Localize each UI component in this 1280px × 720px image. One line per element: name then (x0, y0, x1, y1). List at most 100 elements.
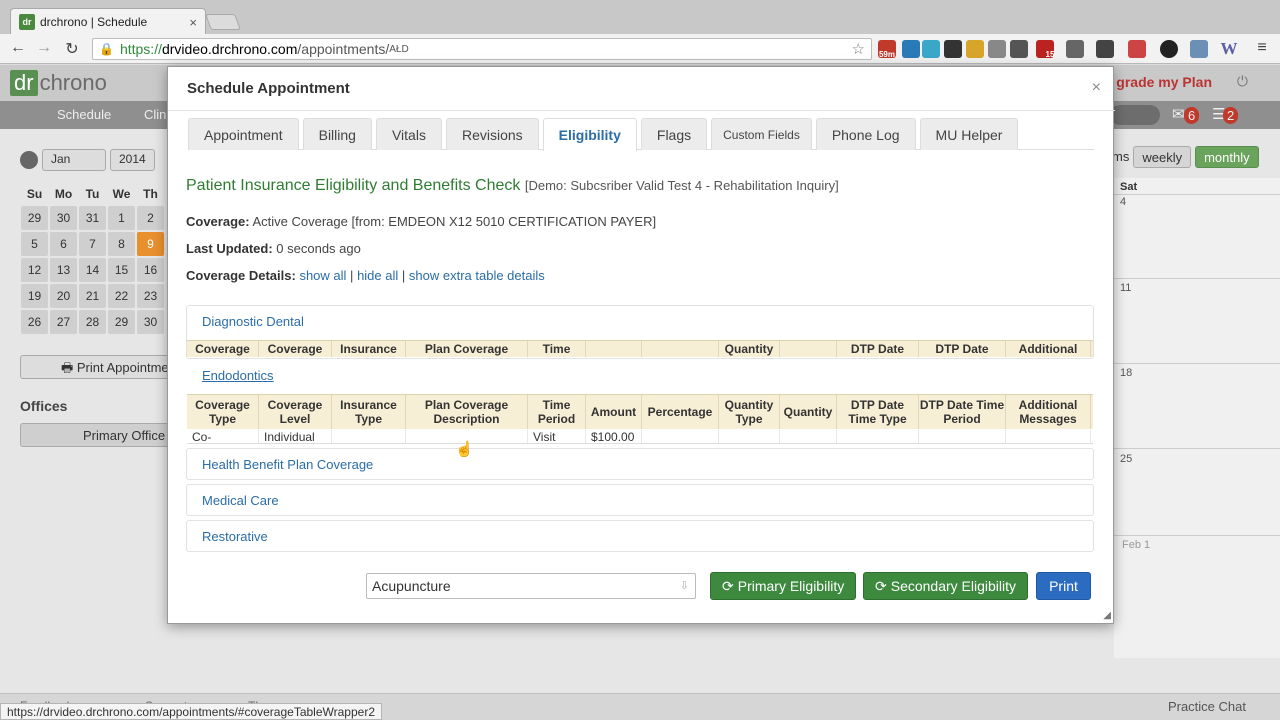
calendar-day[interactable]: 13 (50, 258, 77, 282)
calendar-day[interactable]: 6 (50, 232, 77, 256)
extension-11-icon[interactable] (1128, 40, 1146, 58)
column-header: Plan Coverage (406, 341, 528, 357)
tab-close-icon[interactable]: × (189, 15, 197, 30)
tab-eligibility[interactable]: Eligibility (542, 118, 637, 151)
calendar-day[interactable]: 21 (79, 284, 106, 308)
cal-day-11[interactable]: 11 (1120, 282, 1131, 294)
calendar-day[interactable]: 27 (50, 310, 77, 334)
calendar-day[interactable]: 28 (79, 310, 106, 334)
calendar-day[interactable]: 14 (79, 258, 106, 282)
extension-12-icon[interactable] (1160, 40, 1178, 58)
column-header (586, 341, 642, 357)
back-arrow-icon[interactable]: ← (8, 39, 28, 57)
cal-day-18[interactable]: 18 (1120, 367, 1132, 379)
cal-day-4[interactable]: 4 (1120, 196, 1126, 208)
view-tab-weekly[interactable]: weekly (1133, 146, 1192, 168)
calendar-day[interactable]: 30 (50, 206, 77, 230)
table-cell (1006, 430, 1091, 443)
extension-2-icon[interactable] (902, 40, 920, 58)
tab-custom-fields[interactable]: Custom Fields (711, 118, 812, 150)
calendar-day[interactable]: 2 (137, 206, 164, 230)
show-extra-details-link[interactable]: show extra table details (409, 268, 545, 283)
column-header: Plan Coverage Description (406, 395, 528, 429)
show-all-link[interactable]: show all (299, 268, 346, 283)
print-button[interactable]: Print (1036, 572, 1091, 600)
extension-6-icon[interactable] (988, 40, 1006, 58)
service-type-select[interactable]: Acupuncture ⇩ (366, 573, 696, 599)
print-appointments-button[interactable]: 🖶 Print Appointme (20, 355, 170, 379)
pocket-icon[interactable] (1066, 40, 1084, 58)
year-select[interactable]: 2014 (110, 149, 155, 171)
modal-close-icon[interactable]: × (1092, 79, 1101, 97)
calendar-day[interactable]: 22 (108, 284, 135, 308)
extension-badge-icon[interactable]: 15 (1036, 40, 1054, 59)
browser-tab[interactable]: dr drchrono | Schedule × (10, 8, 206, 35)
menu-icon[interactable]: ≡ (1252, 39, 1272, 57)
layers-extension-icon[interactable] (944, 40, 962, 58)
cal-day-feb1[interactable]: Feb 1 (1122, 539, 1150, 551)
calendar-day[interactable]: 8 (108, 232, 135, 256)
prev-month-button[interactable] (20, 151, 38, 169)
tab-billing[interactable]: Billing (302, 118, 372, 150)
calendar-day[interactable]: 9 (137, 232, 164, 256)
column-header: Coverage Level (259, 395, 332, 429)
tab-mu-helper[interactable]: MU Helper (919, 118, 1019, 150)
extension-7-icon[interactable] (1010, 40, 1028, 58)
calendar-day[interactable]: 29 (108, 310, 135, 334)
messages-icon[interactable]: ✉ (1172, 105, 1185, 123)
primary-office-button[interactable]: Primary Office (20, 423, 170, 447)
tab-phone-log[interactable]: Phone Log (815, 118, 916, 150)
month-select[interactable]: Jan (42, 149, 106, 171)
calendar-day[interactable]: 12 (21, 258, 48, 282)
primary-eligibility-button[interactable]: ⟳ Primary Eligibility (710, 572, 857, 600)
calendar-day[interactable]: 15 (108, 258, 135, 282)
view-tab-monthly[interactable]: monthly (1195, 146, 1259, 168)
extension-5-icon[interactable] (966, 40, 984, 58)
calendar-day[interactable]: 23 (137, 284, 164, 308)
calendar-day[interactable]: 31 (79, 206, 106, 230)
cal-day-25[interactable]: 25 (1120, 453, 1132, 465)
restorative-link[interactable]: Restorative (202, 529, 268, 544)
extension-3-icon[interactable] (922, 40, 940, 58)
nav-schedule[interactable]: Schedule (57, 107, 111, 122)
endodontics-link[interactable]: Endodontics (202, 368, 274, 383)
practice-chat-button[interactable]: Practice Chat (1168, 699, 1246, 714)
health-benefit-plan-link[interactable]: Health Benefit Plan Coverage (202, 457, 373, 472)
extension-13-icon[interactable] (1190, 40, 1208, 58)
address-bar[interactable]: 🔒 https:// drvideo.drchrono.com /appoint… (92, 38, 872, 60)
calendar-day[interactable]: 29 (21, 206, 48, 230)
tab-revisions[interactable]: Revisions (445, 118, 539, 150)
extension-w-icon[interactable]: W (1220, 39, 1238, 58)
tab-vitals[interactable]: Vitals (375, 118, 442, 150)
upgrade-plan-link[interactable]: grade my Plan (1116, 74, 1212, 90)
power-icon[interactable]: ⏻ (1237, 73, 1248, 90)
resize-handle-icon[interactable]: ◢ (1103, 610, 1111, 621)
extension-10-icon[interactable] (1096, 40, 1114, 58)
extension-timer-icon[interactable]: 59m (878, 40, 896, 59)
calendar-day[interactable]: 19 (21, 284, 48, 308)
app-search-input[interactable] (1110, 105, 1160, 125)
secondary-eligibility-button[interactable]: ⟳ Secondary Eligibility (863, 572, 1029, 600)
forward-arrow-icon[interactable]: → (34, 39, 54, 57)
diagnostic-dental-link[interactable]: Diagnostic Dental (202, 314, 304, 329)
tab-appointment[interactable]: Appointment (188, 118, 299, 150)
drchrono-logo[interactable]: dr chrono (10, 70, 107, 96)
calendar-day[interactable]: 7 (79, 232, 106, 256)
tab-flags[interactable]: Flags (640, 118, 708, 150)
nav-clinical[interactable]: Clin (144, 107, 166, 122)
new-tab-button[interactable] (205, 14, 241, 30)
calendar-day[interactable]: 30 (137, 310, 164, 334)
calendar-day[interactable]: 1 (108, 206, 135, 230)
medical-care-link[interactable]: Medical Care (202, 493, 279, 508)
calendar-day[interactable]: 16 (137, 258, 164, 282)
reload-icon[interactable]: ↻ (62, 39, 82, 59)
hide-all-link[interactable]: hide all (357, 268, 398, 283)
calendar-day[interactable]: 20 (50, 284, 77, 308)
bookmark-star-icon[interactable]: ☆ (852, 40, 865, 58)
view-tab-partial[interactable]: ms (1112, 146, 1129, 168)
calendar-day[interactable]: 5 (21, 232, 48, 256)
table-cell (719, 430, 780, 443)
table-cell (919, 430, 1006, 443)
translate-icon[interactable]: AŁD (389, 44, 408, 55)
calendar-day[interactable]: 26 (21, 310, 48, 334)
